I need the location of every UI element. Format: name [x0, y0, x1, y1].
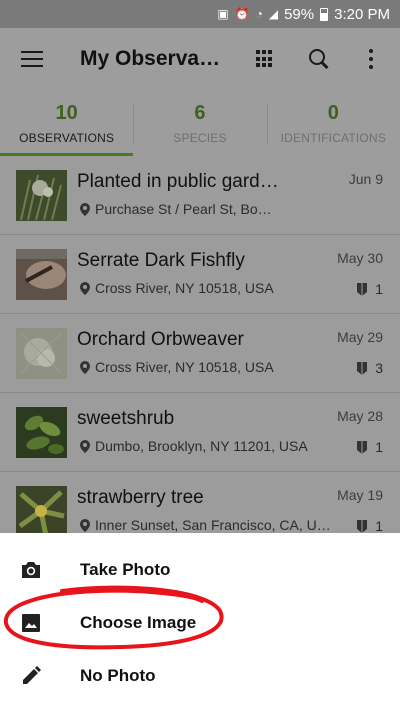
observation-location: Purchase St / Pearl St, Bo… — [80, 201, 350, 217]
tab-bar: 10 OBSERVATIONS 6 SPECIES 0 IDENTIFICATI… — [0, 90, 400, 156]
observation-thumbnail — [16, 249, 67, 300]
camera-icon — [22, 561, 40, 578]
observation-location: Inner Sunset, San Francisco, CA, U… — [80, 517, 350, 533]
location-text: Purchase St / Pearl St, Bo… — [95, 201, 272, 217]
take-photo-label: Take Photo — [80, 559, 171, 579]
battery-icon — [320, 7, 329, 21]
status-bar: ▣ ⏰ ◔ ◢ 59% 3:20 PM — [0, 0, 400, 28]
tab-label: OBSERVATIONS — [19, 130, 115, 145]
signal-icon: ◢ — [268, 7, 279, 21]
list-item[interactable]: Orchard Orbweaver Cross River, NY 10518,… — [0, 314, 400, 393]
notification-icon: ▣ — [217, 7, 229, 21]
identification-count-value: 3 — [375, 360, 383, 376]
tab-species[interactable]: 6 SPECIES — [133, 90, 266, 156]
search-icon[interactable] — [308, 48, 330, 70]
battery-percent: 59% — [284, 5, 315, 23]
identification-shield-icon — [357, 282, 368, 296]
identification-shield-icon — [357, 440, 368, 454]
tab-count: 10 — [55, 101, 78, 124]
identification-shield-icon — [357, 361, 368, 375]
observation-thumbnail — [16, 486, 67, 533]
more-options-icon[interactable] — [368, 49, 374, 69]
no-photo-option[interactable]: No Photo — [0, 649, 400, 702]
observation-location: Dumbo, Brooklyn, NY 11201, USA — [80, 438, 350, 454]
take-photo-option[interactable]: Take Photo — [0, 543, 400, 596]
location-pin-icon — [80, 439, 90, 453]
location-pin-icon — [80, 360, 90, 374]
list-item[interactable]: Serrate Dark Fishfly Cross River, NY 105… — [0, 235, 400, 314]
tab-count: 0 — [327, 101, 339, 124]
tab-identifications[interactable]: 0 IDENTIFICATIONS — [266, 90, 400, 156]
observation-thumbnail — [16, 170, 67, 221]
observation-title: strawberry tree — [77, 487, 204, 508]
identification-count: 3 — [356, 360, 383, 376]
no-photo-label: No Photo — [80, 665, 156, 685]
location-pin-icon — [80, 202, 90, 216]
observation-title: Serrate Dark Fishfly — [77, 250, 245, 271]
observation-title: sweetshrub — [77, 408, 175, 429]
location-pin-icon — [80, 281, 90, 295]
tab-label: SPECIES — [173, 130, 227, 145]
observation-thumbnail — [16, 407, 67, 458]
hamburger-menu-icon[interactable] — [21, 51, 43, 67]
identification-count-value: 1 — [375, 281, 383, 297]
location-pin-icon — [80, 518, 90, 532]
alarm-icon: ⏰ — [234, 7, 250, 21]
location-text: Inner Sunset, San Francisco, CA, U… — [95, 517, 331, 533]
observation-location: Cross River, NY 10518, USA — [80, 359, 350, 375]
identification-count: 1 — [356, 439, 383, 455]
tab-observations[interactable]: 10 OBSERVATIONS — [0, 90, 134, 156]
observation-date: May 19 — [337, 487, 383, 503]
choose-image-option[interactable]: Choose Image — [0, 596, 400, 649]
page-title: My Observati… — [80, 47, 225, 70]
pencil-icon — [23, 665, 41, 684]
wifi-icon: ◔ — [255, 7, 263, 21]
location-text: Cross River, NY 10518, USA — [95, 280, 274, 296]
observation-location: Cross River, NY 10518, USA — [80, 280, 350, 296]
clock: 3:20 PM — [334, 5, 390, 23]
list-item[interactable]: Planted in public gard… Purchase St / Pe… — [0, 156, 400, 235]
location-text: Dumbo, Brooklyn, NY 11201, USA — [95, 438, 308, 454]
observation-date: May 30 — [337, 250, 383, 266]
photo-options-sheet: Take Photo Choose Image No Photo — [0, 533, 400, 711]
app-bar: My Observati… — [0, 28, 400, 90]
identification-count-value: 1 — [375, 518, 383, 533]
observation-list[interactable]: Planted in public gard… Purchase St / Pe… — [0, 156, 400, 533]
identification-count-value: 1 — [375, 439, 383, 455]
observation-thumbnail — [16, 328, 67, 379]
identification-shield-icon — [357, 519, 368, 533]
image-icon — [22, 613, 40, 632]
tab-label: IDENTIFICATIONS — [280, 130, 387, 145]
observation-date: May 28 — [337, 408, 383, 424]
identification-count: 1 — [356, 281, 383, 297]
tab-count: 6 — [194, 101, 206, 124]
identification-count: 1 — [356, 518, 383, 533]
observation-date: Jun 9 — [348, 171, 383, 187]
observation-title: Orchard Orbweaver — [77, 329, 244, 350]
location-text: Cross River, NY 10518, USA — [95, 359, 274, 375]
list-item[interactable]: strawberry tree Inner Sunset, San Franci… — [0, 472, 400, 533]
choose-image-label: Choose Image — [80, 612, 197, 632]
observation-title: Planted in public gard… — [77, 171, 279, 192]
list-item[interactable]: sweetshrub Dumbo, Brooklyn, NY 11201, US… — [0, 393, 400, 472]
observation-date: May 29 — [337, 329, 383, 345]
grid-view-icon[interactable] — [256, 50, 274, 68]
